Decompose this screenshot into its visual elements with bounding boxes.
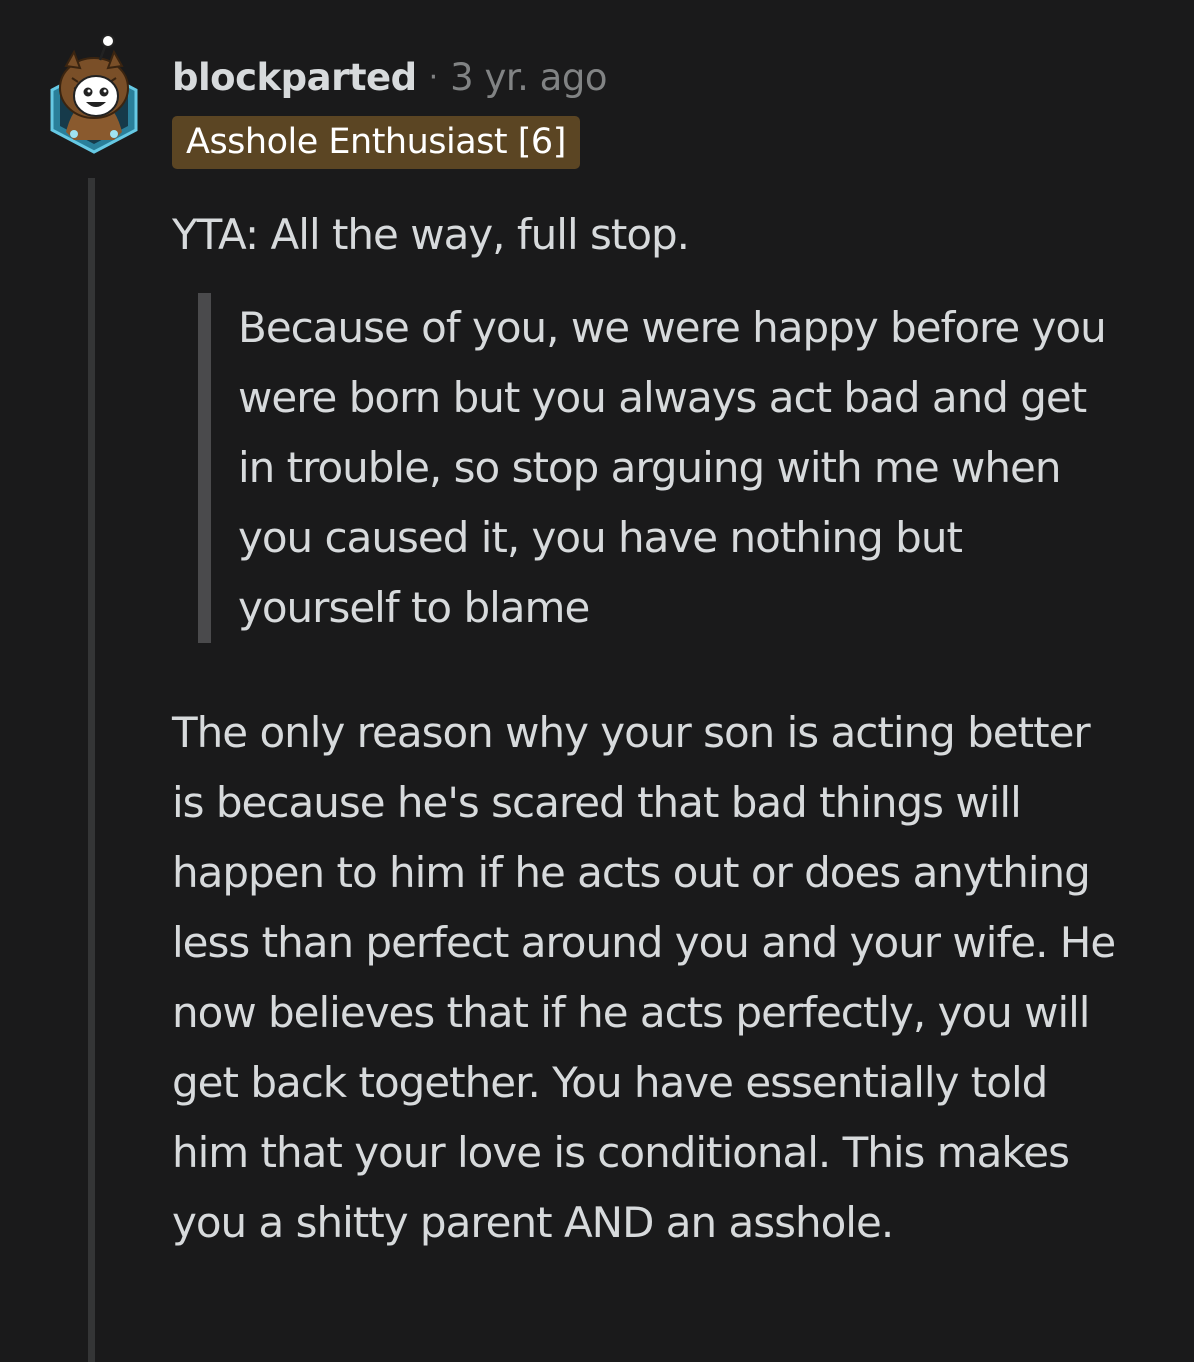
user-flair-badge: Asshole Enthusiast [6]	[172, 116, 580, 169]
timestamp-link[interactable]: 3 yr. ago	[450, 56, 607, 99]
blockquote-bar	[198, 293, 211, 643]
comment-paragraph-reply: The only reason why your son is acting b…	[172, 708, 1116, 1247]
blockquote-text: Because of you, we were happy before you…	[238, 303, 1107, 632]
blockquote: Because of you, we were happy before you…	[198, 293, 1132, 643]
comment-body: YTA: All the way, full stop. Because of …	[172, 200, 1132, 1258]
user-avatar-icon[interactable]	[44, 30, 144, 155]
username-link[interactable]: blockparted	[172, 56, 417, 99]
thread-collapse-line[interactable]	[88, 178, 95, 1362]
comment-paragraph-opening: YTA: All the way, full stop.	[172, 210, 690, 259]
meta-separator: ·	[428, 59, 439, 95]
comment-header: blockparted · 3 yr. ago	[172, 50, 607, 104]
comment: blockparted · 3 yr. ago Asshole Enthusia…	[0, 0, 1194, 1362]
